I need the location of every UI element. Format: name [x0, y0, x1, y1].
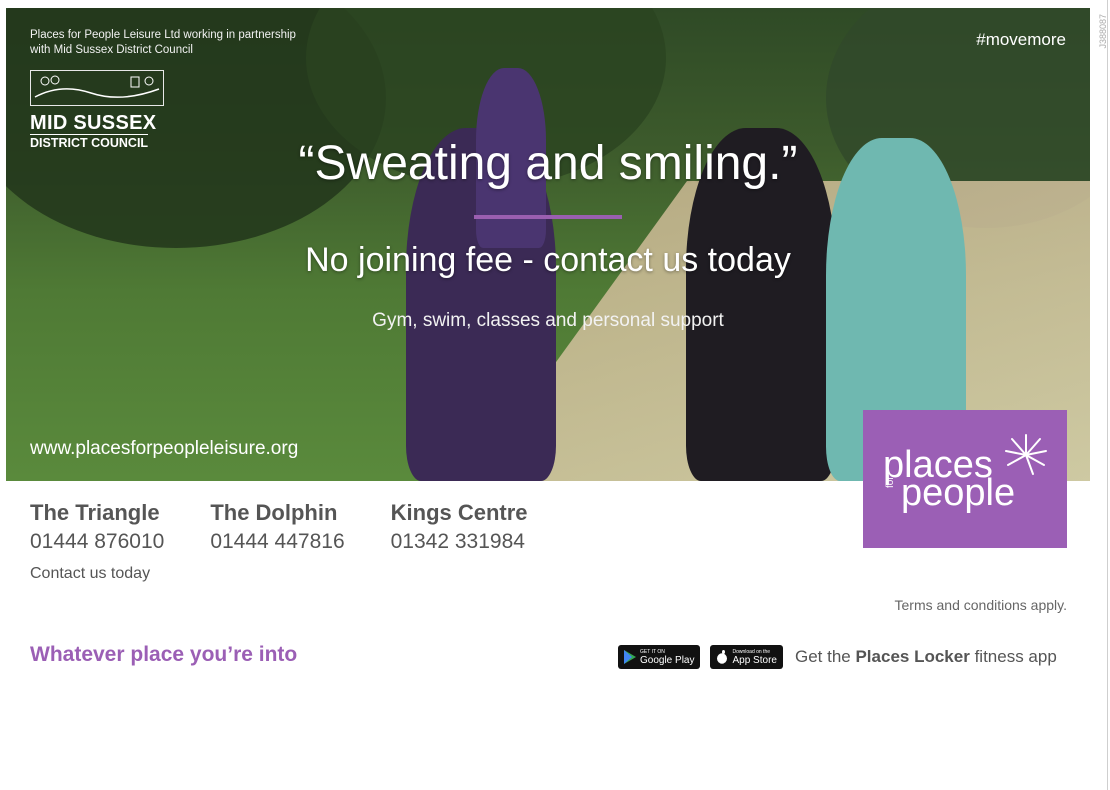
- starburst-icon: [1005, 434, 1047, 475]
- app-name: Places Locker: [855, 647, 970, 666]
- app-promo-prefix: Get the: [794, 647, 851, 666]
- reference-code: J388087: [1098, 14, 1108, 49]
- app-store-badges: GET IT ON Google Play Download on the Ap…: [618, 645, 1057, 669]
- venue-name: The Dolphin: [210, 500, 338, 525]
- terms-text: Terms and conditions apply.: [894, 597, 1068, 613]
- website-url[interactable]: www.placesforpeopleleisure.org: [30, 438, 298, 460]
- slogan: Whatever place you’re into: [30, 643, 298, 666]
- app-store-big: App Store: [732, 654, 777, 666]
- google-play-icon: [624, 650, 636, 664]
- apple-icon: [717, 650, 728, 664]
- council-name: MID SUSSEX: [30, 112, 157, 134]
- venue-phone[interactable]: 01342 331984: [391, 530, 528, 554]
- app-store-badge[interactable]: Download on the App Store: [710, 645, 783, 669]
- page-edge-line: [1107, 0, 1108, 790]
- venue-item: The Dolphin 01444 447816: [210, 500, 344, 554]
- tagline: Gym, swim, classes and personal support: [372, 310, 724, 331]
- app-promo-text: Get the Places Locker fitness app: [795, 647, 1057, 667]
- council-emblem: [30, 70, 164, 106]
- divider-bar: [474, 215, 622, 219]
- venue-item: Kings Centre 01342 331984: [391, 500, 528, 554]
- hashtag: #movemore: [976, 30, 1066, 49]
- google-play-badge[interactable]: GET IT ON Google Play: [618, 645, 701, 669]
- venue-item: The Triangle 01444 876010: [30, 500, 164, 554]
- app-promo-suffix: fitness app: [974, 647, 1057, 666]
- venue-name: Kings Centre: [390, 500, 528, 525]
- app-store-text: Download on the App Store: [732, 649, 776, 666]
- brand-word-for: for: [885, 476, 896, 488]
- venue-list: The Triangle 01444 876010 The Dolphin 01…: [30, 500, 574, 554]
- google-play-big: Google Play: [640, 654, 695, 666]
- brand-word-people: people: [901, 472, 1016, 514]
- places-for-people-logo: places for people: [863, 410, 1067, 548]
- google-play-text: GET IT ON Google Play: [640, 649, 694, 666]
- subheadline: No joining fee - contact us today: [305, 241, 791, 279]
- partnership-text: Places for People Leisure Ltd working in…: [30, 29, 296, 56]
- venue-phone[interactable]: 01444 876010: [30, 530, 164, 554]
- contact-text: Contact us today: [30, 565, 151, 582]
- venue-name: The Triangle: [30, 500, 160, 525]
- headline: “Sweating and smiling.”: [298, 137, 798, 190]
- venue-phone[interactable]: 01444 447816: [210, 530, 344, 554]
